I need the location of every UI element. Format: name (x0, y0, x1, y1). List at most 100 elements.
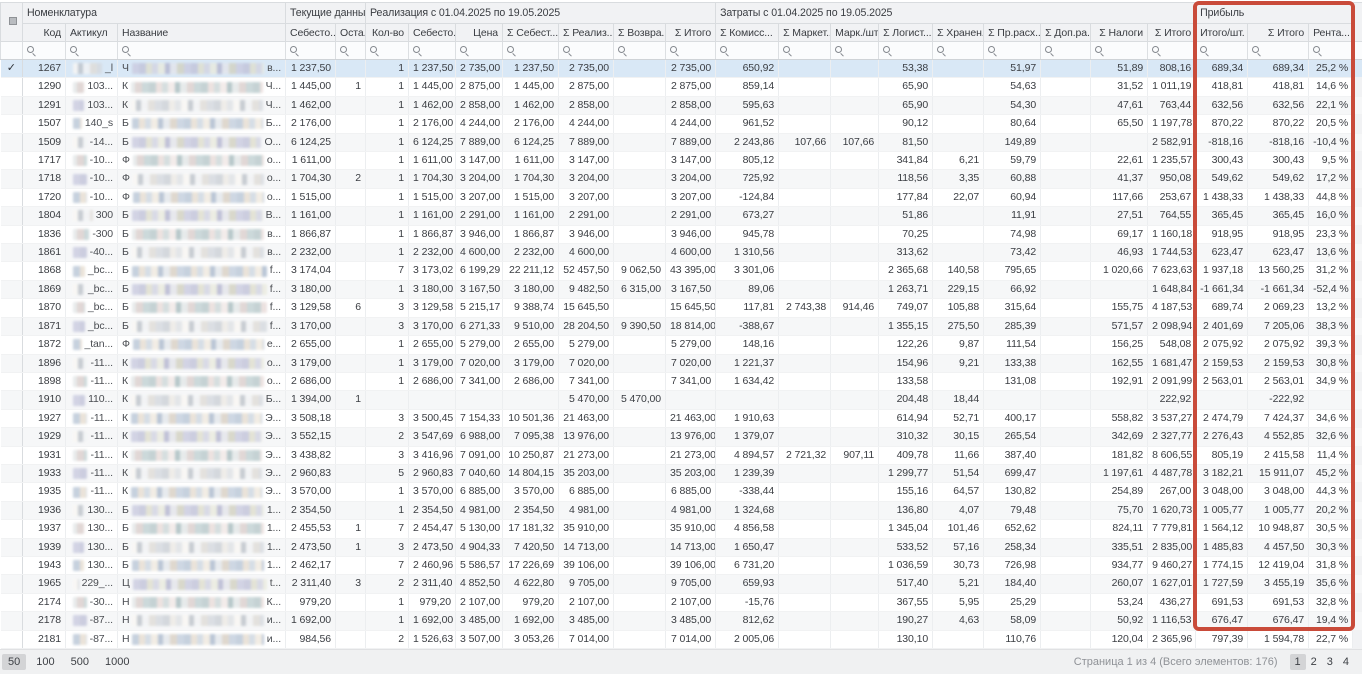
table-row[interactable]: 1509-14...БО...6 124,2516 124,257 889,00… (1, 133, 1362, 151)
table-row[interactable]: 1836-300Бв...1 866,8711 866,873 946,001 … (1, 225, 1362, 243)
row-checkbox[interactable] (1, 170, 23, 188)
column-header-16[interactable]: Σ Логист... (879, 24, 933, 42)
row-checkbox[interactable] (1, 464, 23, 482)
search-icon[interactable] (507, 46, 517, 56)
search-icon[interactable] (783, 46, 793, 56)
row-checkbox[interactable] (1, 391, 23, 409)
table-row[interactable]: 1896-11...Ко...3 179,0013 179,007 020,00… (1, 354, 1362, 372)
search-icon[interactable] (835, 46, 845, 56)
column-header-2[interactable]: Актикул (66, 24, 118, 42)
filter-cell-13[interactable] (716, 42, 779, 60)
filter-cell-1[interactable] (23, 42, 66, 60)
row-checkbox[interactable] (1, 207, 23, 225)
column-header-4[interactable]: Себесто... (286, 24, 336, 42)
search-icon[interactable] (883, 46, 893, 56)
column-header-9[interactable]: Σ Себест... (503, 24, 559, 42)
table-row[interactable]: 1936130...Б1...2 354,5012 354,504 981,00… (1, 501, 1362, 519)
column-header-21[interactable]: Σ Итого (1148, 24, 1196, 42)
filter-cell-7[interactable] (409, 42, 456, 60)
row-checkbox[interactable] (1, 520, 23, 538)
filter-cell-20[interactable] (1091, 42, 1148, 60)
row-checkbox[interactable] (1, 612, 23, 630)
page-size-100[interactable]: 100 (30, 654, 60, 670)
search-icon[interactable] (413, 46, 423, 56)
filter-cell-17[interactable] (933, 42, 984, 60)
filter-cell-6[interactable] (366, 42, 409, 60)
row-checkbox[interactable] (1, 262, 23, 280)
page-button-1[interactable]: 1 (1290, 654, 1306, 670)
filter-cell-11[interactable] (614, 42, 666, 60)
table-row[interactable]: 1869_bc...Бf...3 180,0013 180,003 167,50… (1, 280, 1362, 298)
search-icon[interactable] (1313, 46, 1323, 56)
search-icon[interactable] (563, 46, 573, 56)
search-icon[interactable] (70, 46, 80, 56)
column-header-15[interactable]: Марк./шт (831, 24, 879, 42)
table-row[interactable]: 1927-11...КЭ...3 508,1833 500,457 154,33… (1, 409, 1362, 427)
column-header-14[interactable]: Σ Маркет... (779, 24, 831, 42)
table-row[interactable]: 1929-11...КЭ...3 552,1523 547,696 988,00… (1, 428, 1362, 446)
table-row[interactable]: 1937130...Б1...2 455,53172 454,475 130,0… (1, 520, 1362, 538)
row-checkbox[interactable] (1, 78, 23, 96)
filter-cell-9[interactable] (503, 42, 559, 60)
table-row[interactable]: 1868_bc...Бf...3 174,0473 173,026 199,29… (1, 262, 1362, 280)
row-checkbox[interactable] (1, 188, 23, 206)
table-row[interactable]: 1872_tan...Фе...2 655,0012 655,005 279,0… (1, 336, 1362, 354)
row-checkbox[interactable] (1, 336, 23, 354)
column-header-13[interactable]: Σ Комисс... (716, 24, 779, 42)
filter-cell-21[interactable] (1148, 42, 1196, 60)
search-icon[interactable] (290, 46, 300, 56)
row-checkbox[interactable] (1, 225, 23, 243)
page-button-4[interactable]: 4 (1338, 654, 1354, 670)
row-checkbox[interactable] (1, 354, 23, 372)
row-checkbox[interactable] (1, 280, 23, 298)
column-header-22[interactable]: Итого/шт. (1196, 24, 1248, 42)
column-header-3[interactable]: Название (118, 24, 286, 42)
table-row[interactable]: 1943130...Б1...2 462,1772 460,965 586,57… (1, 556, 1362, 574)
column-header-5[interactable]: Оста... (336, 24, 366, 42)
table-row[interactable]: 1804300БВ...1 161,0011 161,002 291,001 1… (1, 207, 1362, 225)
table-row[interactable]: 1290103...КЧ...1 445,00111 445,002 875,0… (1, 78, 1362, 96)
filter-cell-19[interactable] (1041, 42, 1091, 60)
filter-cell-10[interactable] (559, 42, 614, 60)
search-icon[interactable] (670, 46, 680, 56)
table-row[interactable]: 1507140_sББ...2 176,0012 176,004 244,002… (1, 115, 1362, 133)
row-checkbox[interactable] (1, 630, 23, 648)
search-icon[interactable] (460, 46, 470, 56)
filter-cell-8[interactable] (456, 42, 503, 60)
select-all-checkbox[interactable] (1, 3, 23, 42)
search-icon[interactable] (27, 46, 37, 56)
table-row[interactable]: 1870_bc...Бf...3 129,58633 129,585 215,1… (1, 299, 1362, 317)
table-row[interactable]: 2174-30...НК...979,201979,202 107,00979,… (1, 593, 1362, 611)
filter-cell-4[interactable] (286, 42, 336, 60)
row-checkbox[interactable] (1, 575, 23, 593)
column-header-8[interactable]: Цена (456, 24, 503, 42)
page-size-1000[interactable]: 1000 (99, 654, 135, 670)
search-icon[interactable] (988, 46, 998, 56)
row-checkbox[interactable] (1, 152, 23, 170)
search-icon[interactable] (618, 46, 628, 56)
table-row[interactable]: 2181-87...Ни...984,5621 526,633 507,003 … (1, 630, 1362, 648)
row-checkbox[interactable] (1, 593, 23, 611)
table-row[interactable]: 1933-11...КЭ...2 960,8352 960,837 040,60… (1, 464, 1362, 482)
row-checkbox[interactable] (1, 501, 23, 519)
table-row[interactable]: 2178-87...Ни...1 692,0011 692,003 485,00… (1, 612, 1362, 630)
table-row[interactable]: 1291103...КЧ...1 462,0011 462,002 858,00… (1, 96, 1362, 114)
row-checkbox[interactable] (1, 299, 23, 317)
search-icon[interactable] (370, 46, 380, 56)
table-row[interactable]: 1871_bc...Бf...3 170,0033 170,006 271,33… (1, 317, 1362, 335)
filter-cell-3[interactable] (118, 42, 286, 60)
filter-cell-22[interactable] (1196, 42, 1248, 60)
search-icon[interactable] (122, 46, 132, 56)
page-size-500[interactable]: 500 (65, 654, 95, 670)
table-row[interactable]: 1718-10...Фо...1 704,30211 704,303 204,0… (1, 170, 1362, 188)
filter-cell-5[interactable] (336, 42, 366, 60)
column-header-23[interactable]: Σ Итого (1248, 24, 1309, 42)
row-checkbox[interactable] (1, 428, 23, 446)
filter-cell-16[interactable] (879, 42, 933, 60)
filter-cell-15[interactable] (831, 42, 879, 60)
table-row[interactable]: 1910110...КБ...1 394,0015 470,005 470,00… (1, 391, 1362, 409)
filter-cell-2[interactable] (66, 42, 118, 60)
column-header-10[interactable]: Σ Реализ... (559, 24, 614, 42)
column-header-12[interactable]: Σ Итого (666, 24, 716, 42)
column-header-18[interactable]: Σ Пр.расх... (984, 24, 1041, 42)
